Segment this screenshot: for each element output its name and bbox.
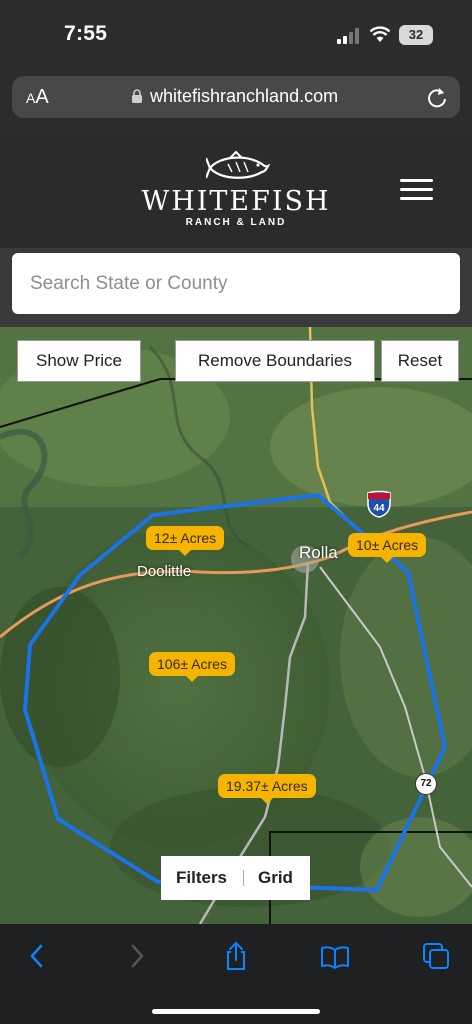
forward-icon[interactable] <box>122 941 152 971</box>
listing-marker[interactable]: 12± Acres <box>146 526 225 556</box>
map[interactable]: Show Price Remove Boundaries Reset 12± A… <box>0 327 472 924</box>
route-72-sign: 72 <box>415 773 437 795</box>
brand-tagline: RANCH & LAND <box>185 217 287 228</box>
signal-icon <box>337 28 359 44</box>
listing-marker[interactable]: 106± Acres <box>149 652 235 682</box>
show-price-button[interactable]: Show Price <box>17 340 141 382</box>
menu-icon <box>400 179 433 182</box>
separator <box>243 870 244 886</box>
interstate-44-label: 44 <box>373 503 385 514</box>
fish-logo-icon[interactable] <box>206 150 270 184</box>
address-bar[interactable]: AA whitefishranchland.com <box>12 76 460 118</box>
remove-boundaries-button[interactable]: Remove Boundaries <box>175 340 375 382</box>
lock-icon <box>132 89 142 103</box>
battery-indicator: 32 <box>399 25 433 45</box>
listing-marker[interactable]: 10± Acres <box>348 533 427 563</box>
status-time: 7:55 <box>64 22 108 45</box>
status-bar: 7:55 32 <box>0 0 472 70</box>
interstate-44-sign: 44 <box>367 490 391 518</box>
filter-grid-bar: Filters Grid <box>161 856 310 900</box>
search-input[interactable] <box>12 253 460 314</box>
grid-button[interactable]: Grid <box>258 856 293 900</box>
listing-marker[interactable]: 19.37± Acres <box>218 774 316 804</box>
tabs-icon[interactable] <box>421 941 451 971</box>
share-icon[interactable] <box>221 941 251 971</box>
place-label-rolla: Rolla <box>299 543 338 562</box>
back-icon[interactable] <box>22 941 52 971</box>
place-label-doolittle: Doolittle <box>137 563 192 580</box>
url-text[interactable]: whitefishranchland.com <box>150 86 338 107</box>
bookmarks-icon[interactable] <box>320 941 350 971</box>
wifi-icon <box>369 26 391 42</box>
text-size-button[interactable]: AA <box>26 86 49 109</box>
home-indicator <box>152 1009 320 1014</box>
menu-button[interactable] <box>400 179 433 201</box>
reset-button[interactable]: Reset <box>381 340 459 382</box>
filters-button[interactable]: Filters <box>176 856 227 900</box>
reload-icon[interactable] <box>426 85 448 109</box>
satellite-map <box>0 327 472 924</box>
